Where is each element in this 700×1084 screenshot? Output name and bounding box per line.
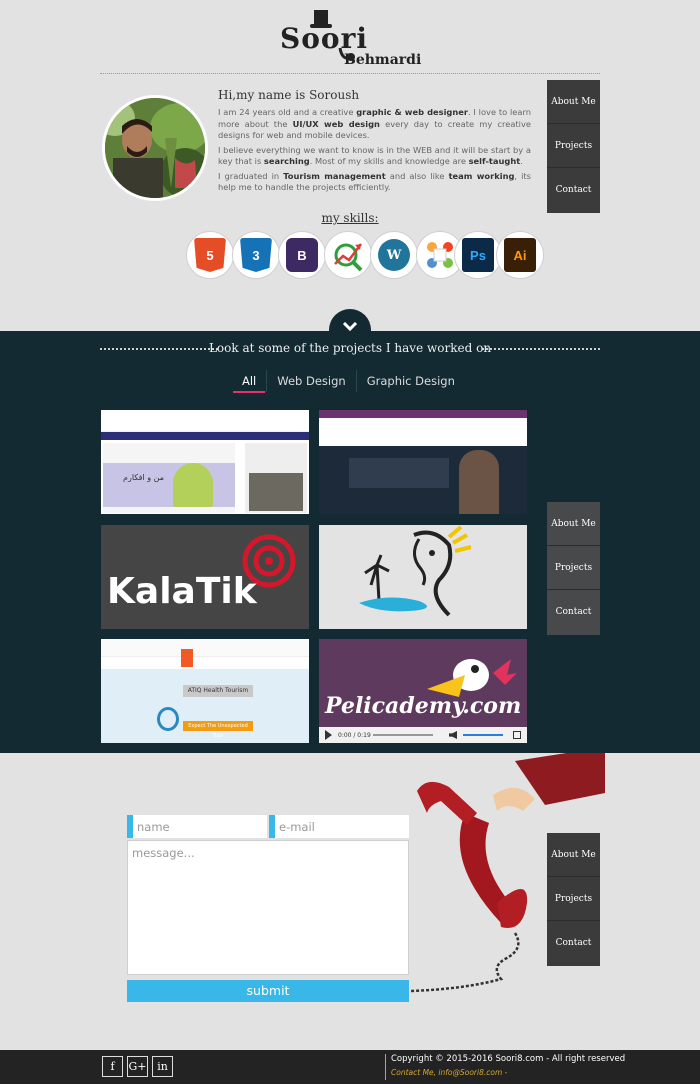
- project-thumb-site-2[interactable]: [319, 410, 527, 514]
- project-thumb-kalatik[interactable]: KalaTik: [101, 525, 309, 629]
- seo-growth-icon: [334, 243, 363, 272]
- thumb-site-1-hero: [103, 463, 235, 507]
- nav-projects[interactable]: Projects: [547, 546, 600, 590]
- footer-divider: [385, 1054, 386, 1080]
- thumb-site-1-nav: [101, 432, 309, 440]
- thumb-site-1-sidebar: [245, 443, 307, 513]
- header-divider: [100, 73, 600, 74]
- thumb-ht-hero: ATIQ Health Tourism Expect The Unexpecte…: [101, 669, 309, 743]
- skill-photoshop: Ps: [454, 231, 502, 279]
- video-progress[interactable]: [373, 734, 433, 736]
- nav-projects[interactable]: Projects: [547, 124, 600, 168]
- video-time: 0:00 / 0:19: [338, 731, 371, 739]
- linkedin-icon[interactable]: in: [152, 1056, 173, 1077]
- profile-photo: [102, 95, 208, 201]
- project-filters: All Web Design Graphic Design: [232, 370, 465, 394]
- nav-about-me[interactable]: About Me: [547, 80, 600, 124]
- thumb-ht-logo-mark: [157, 707, 179, 731]
- html5-icon: 5: [194, 238, 226, 272]
- skill-bootstrap: B: [278, 231, 326, 279]
- side-nav-top: About Me Projects Contact: [547, 80, 600, 213]
- logo-secondary: Behmardi: [344, 52, 422, 68]
- intro-text: I am 24 years old and a creative graphic…: [218, 107, 531, 197]
- projects-heading: Look at some of the projects I have work…: [208, 341, 492, 355]
- filter-graphic-design[interactable]: Graphic Design: [355, 370, 465, 392]
- project-thumb-pelicademy[interactable]: Pelicademy.com 0:00 / 0:19: [319, 639, 527, 743]
- intro-paragraph-2: I believe everything we want to know is …: [218, 144, 531, 167]
- thumb-site-1-banner: من و افکارم: [103, 443, 235, 513]
- skills-list: 5 3 B W Ps Ai: [184, 231, 544, 281]
- css3-icon: 3: [240, 238, 272, 272]
- thumb-site-2-topbar: [319, 410, 527, 418]
- thumb-site-1-header: [101, 410, 309, 432]
- nav-contact[interactable]: Contact: [547, 168, 600, 212]
- thumb-site-2-hero: [319, 446, 527, 514]
- filter-all[interactable]: All: [232, 370, 266, 392]
- thumb-site-1-photo: [249, 473, 303, 511]
- facebook-icon[interactable]: f: [102, 1056, 123, 1077]
- copyright-text: Copyright © 2015-2016 Soori8.com - All r…: [391, 1054, 626, 1064]
- skill-wordpress: W: [370, 231, 418, 279]
- skill-illustrator: Ai: [496, 231, 544, 279]
- thumb-ht-title: ATIQ Health Tourism: [183, 685, 253, 697]
- nav-contact[interactable]: Contact: [547, 590, 600, 634]
- kalatik-logo-text: KalaTik: [107, 571, 257, 612]
- nav-about-me[interactable]: About Me: [547, 502, 600, 546]
- message-field[interactable]: message...: [127, 840, 409, 975]
- active-filter-indicator: [233, 391, 265, 393]
- volume-icon[interactable]: [449, 731, 457, 739]
- project-thumb-health-tourism[interactable]: ATIQ Health Tourism Expect The Unexpecte…: [101, 639, 309, 743]
- filter-web-design[interactable]: Web Design: [266, 370, 355, 392]
- intro-heading: Hi,my name is Soroush: [218, 88, 360, 102]
- thumb-site-2-person: [459, 450, 499, 514]
- name-field[interactable]: name: [127, 815, 267, 838]
- intro-paragraph-1: I am 24 years old and a creative graphic…: [218, 107, 531, 140]
- nav-projects[interactable]: Projects: [547, 877, 600, 921]
- footer: f G+ in Copyright © 2015-2016 Soori8.com…: [0, 1050, 700, 1084]
- nav-contact[interactable]: Contact: [547, 921, 600, 965]
- video-controls: 0:00 / 0:19: [319, 727, 527, 743]
- footer-contact-link[interactable]: Contact Me, info@Soori8.com -: [391, 1068, 507, 1077]
- bootstrap-icon: B: [286, 238, 318, 272]
- email-field[interactable]: e-mail: [269, 815, 409, 838]
- scroll-down-button[interactable]: [329, 309, 371, 339]
- thumb-site-1-text: من و افکارم: [123, 473, 165, 482]
- fullscreen-icon[interactable]: [513, 731, 521, 739]
- side-nav-contact: About Me Projects Contact: [547, 833, 600, 966]
- thumb-site-1-tree: [173, 463, 213, 507]
- volume-slider[interactable]: [463, 734, 503, 736]
- photoshop-icon: Ps: [462, 238, 494, 272]
- thumb-ht-button: Expect The Unexpected Tour: [183, 721, 253, 739]
- pelicademy-logo-text: Pelicademy.com: [325, 693, 522, 719]
- project-thumb-horse-logo[interactable]: [319, 525, 527, 629]
- submit-button[interactable]: submit: [127, 980, 409, 1002]
- thumb-ht-active-tab: [181, 649, 193, 667]
- skills-heading: my skills:: [321, 211, 379, 225]
- side-nav-projects: About Me Projects Contact: [547, 502, 600, 635]
- chevron-down-icon: [343, 322, 357, 332]
- wordpress-icon: W: [378, 239, 410, 271]
- intro-paragraph-3: I graduated in Tourism management and al…: [218, 170, 532, 193]
- site-logo[interactable]: Soori Behmardi: [278, 8, 428, 72]
- nav-about-me[interactable]: About Me: [547, 833, 600, 877]
- project-thumb-site-1[interactable]: من و افکارم: [101, 410, 309, 514]
- thumb-ht-header: [101, 639, 309, 667]
- skill-css3: 3: [232, 231, 280, 279]
- skill-seo: [324, 231, 372, 279]
- google-plus-icon[interactable]: G+: [127, 1056, 148, 1077]
- thumb-site-2-caption: [349, 458, 449, 488]
- play-icon[interactable]: [325, 730, 332, 740]
- horse-logo-icon: [359, 525, 472, 617]
- joomla-icon: [427, 242, 453, 268]
- skill-html5: 5: [186, 231, 234, 279]
- projects-heading-row: Look at some of the projects I have work…: [100, 340, 600, 356]
- illustrator-icon: Ai: [504, 238, 536, 272]
